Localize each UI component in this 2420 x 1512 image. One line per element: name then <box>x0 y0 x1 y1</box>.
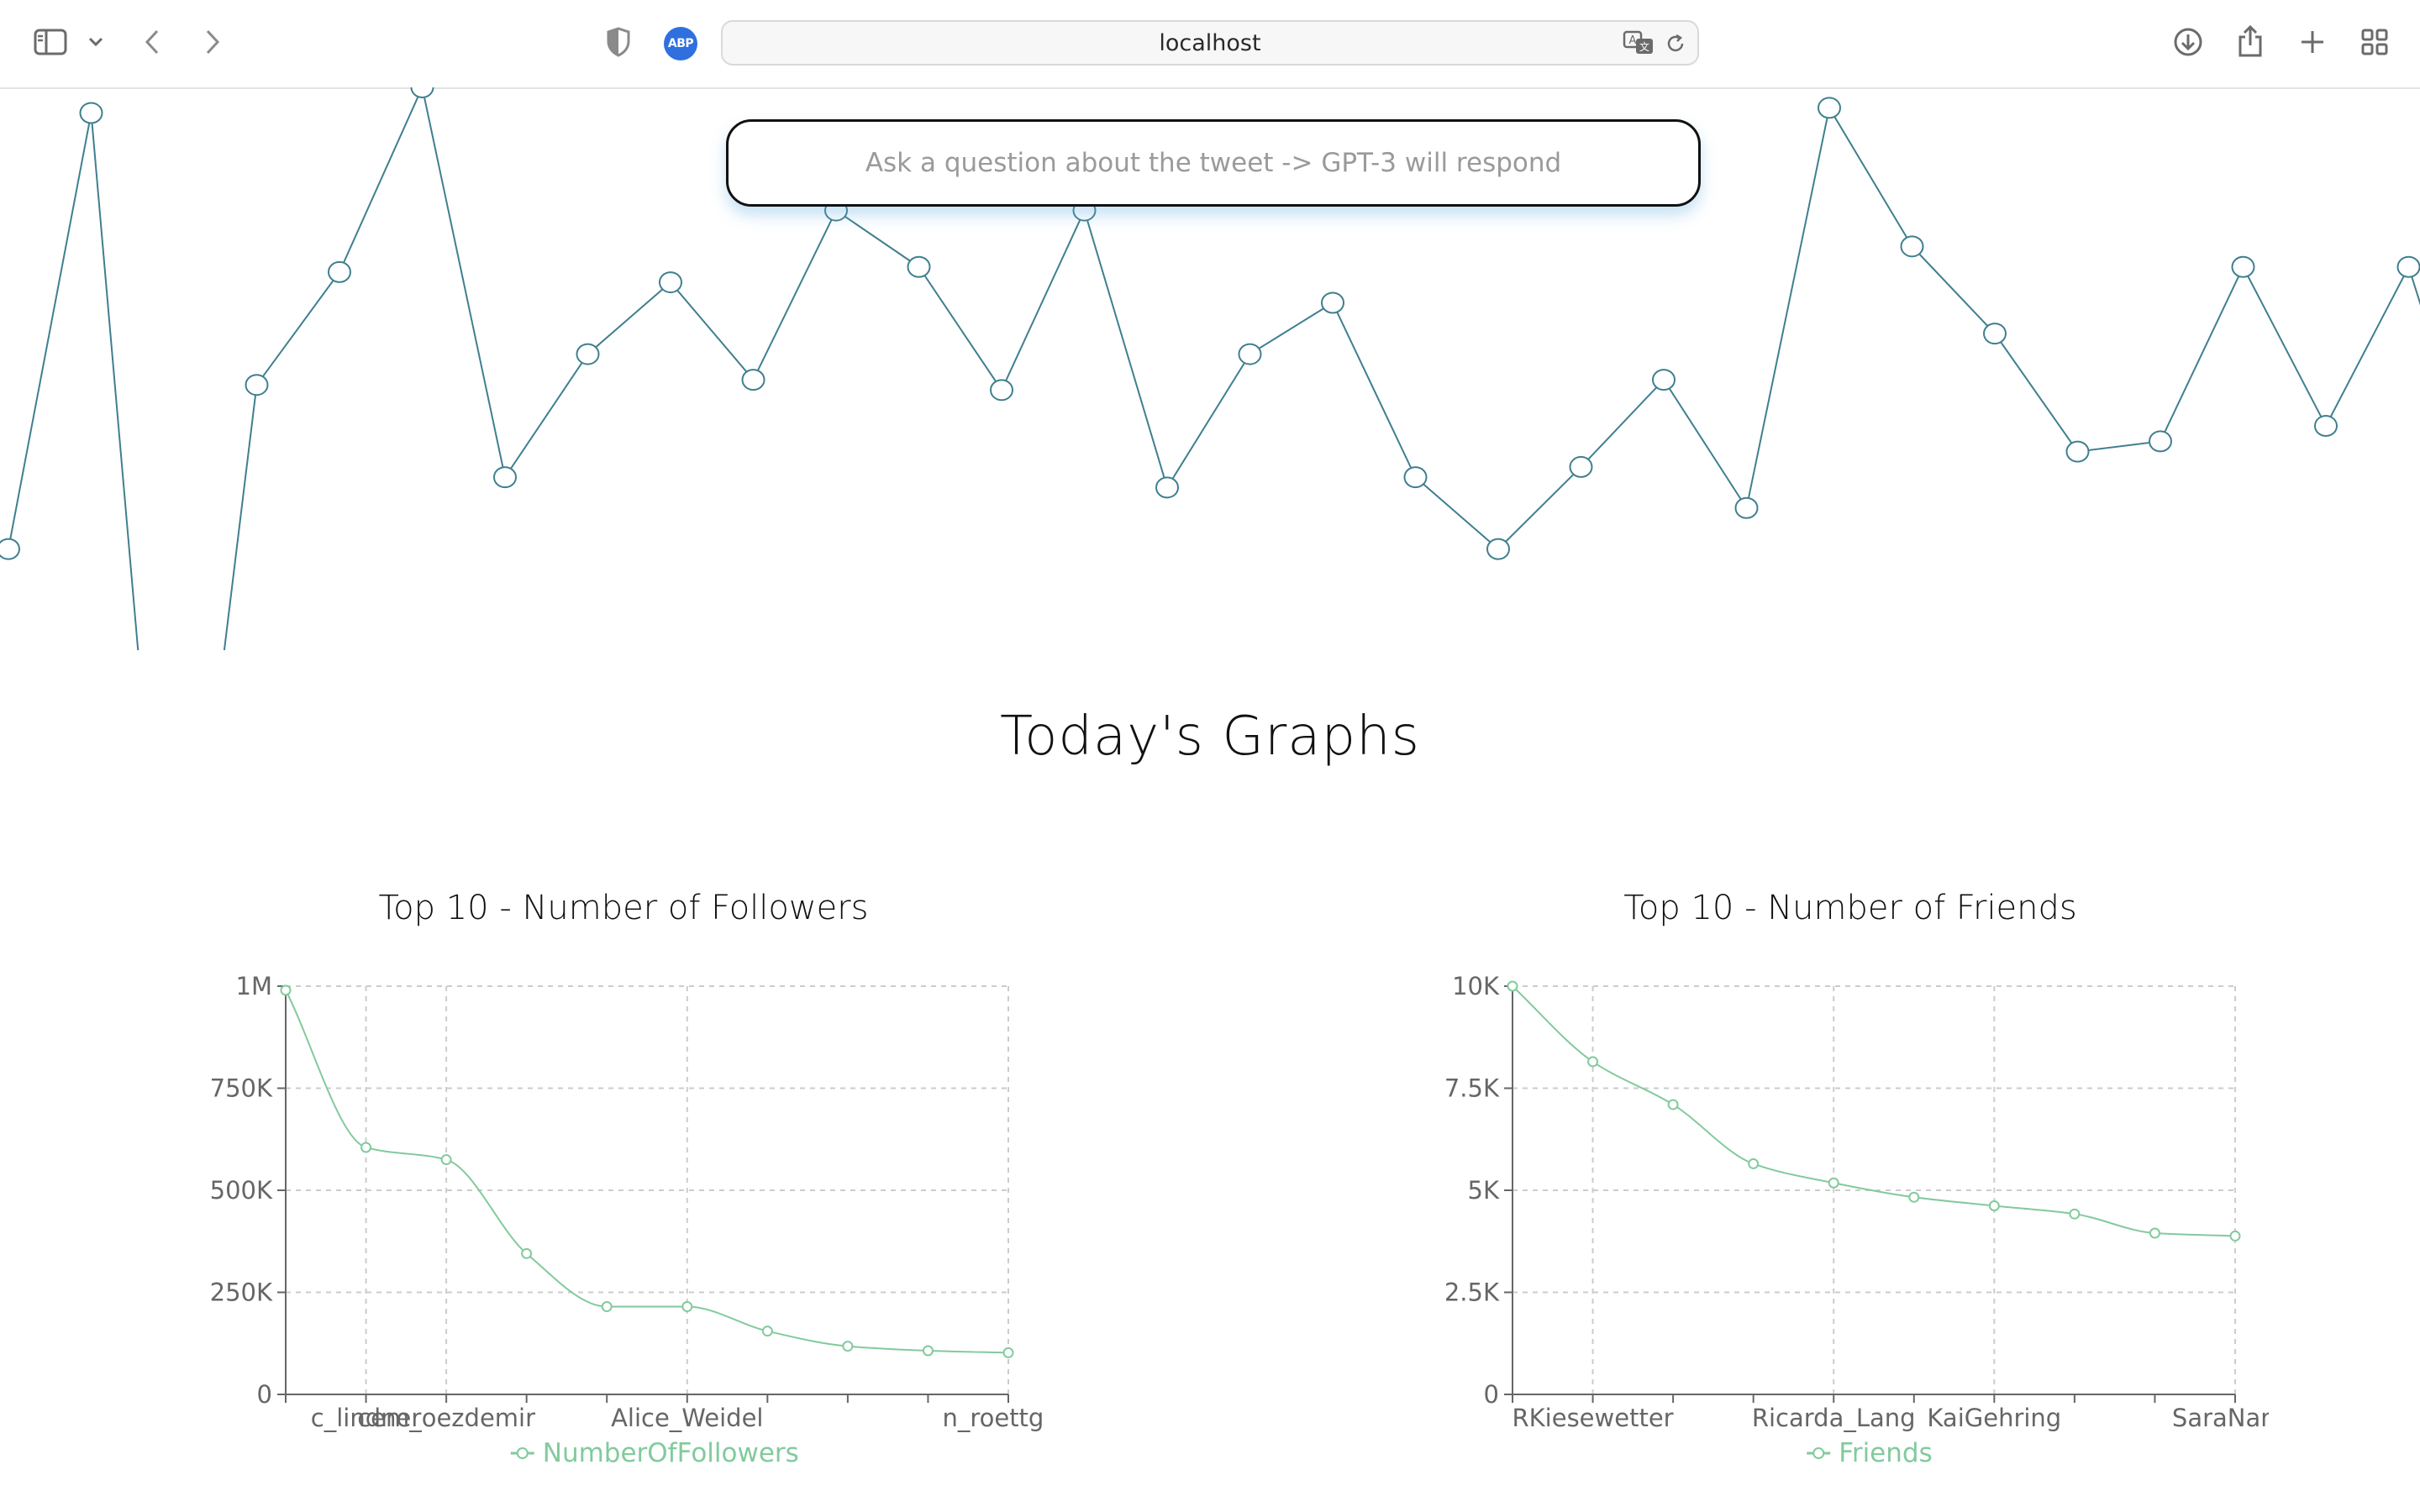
data-point[interactable] <box>601 1301 613 1313</box>
background-line-point <box>410 87 434 98</box>
background-line-point <box>2396 255 2420 278</box>
x-tick-label: Ricarda_Lang <box>1752 1404 1916 1432</box>
download-icon[interactable] <box>2171 25 2205 59</box>
data-point[interactable] <box>2149 1227 2160 1239</box>
question-input[interactable] <box>726 119 1701 207</box>
background-line-point <box>1569 455 1593 478</box>
data-point[interactable] <box>2069 1208 2081 1220</box>
data-point[interactable] <box>1002 1347 1014 1358</box>
followers-chart-title: Top 10 - Number of Followers <box>378 889 869 927</box>
background-line-point <box>741 369 765 391</box>
address-bar[interactable]: localhost A文 <box>721 20 1699 66</box>
data-point[interactable] <box>842 1341 854 1352</box>
data-point[interactable] <box>1748 1158 1760 1169</box>
background-line-point <box>1403 466 1428 489</box>
x-tick-label: SaraNanni <box>2172 1404 2269 1432</box>
tab-overview-icon[interactable] <box>2358 25 2391 59</box>
reload-icon[interactable] <box>1662 30 1689 57</box>
x-tick-label: cem_oezdemir <box>357 1404 535 1432</box>
url-text: localhost <box>1159 29 1261 56</box>
data-point[interactable] <box>440 1154 452 1166</box>
friends-chart-title: Top 10 - Number of Friends <box>1623 889 2077 927</box>
x-tick-label: Alice_Weidel <box>611 1404 763 1432</box>
data-point[interactable] <box>1908 1191 1920 1203</box>
background-line-point <box>990 379 1013 402</box>
background-line-point <box>1734 496 1759 519</box>
background-line-point <box>1486 538 1510 560</box>
background-line-point <box>576 343 600 365</box>
data-point[interactable] <box>280 984 292 996</box>
legend-label[interactable]: Friends <box>1839 1438 1932 1468</box>
background-line-point <box>1900 235 1924 258</box>
y-tick-label: 10K <box>1452 972 1500 1000</box>
y-tick-label: 5K <box>1468 1176 1500 1205</box>
series-line <box>1512 985 2236 1237</box>
y-tick-label: 750K <box>210 1074 273 1103</box>
chevron-down-icon[interactable] <box>86 32 106 52</box>
data-point[interactable] <box>521 1247 533 1259</box>
x-tick-label: n_roettgen <box>942 1404 1042 1432</box>
data-point[interactable] <box>1828 1177 1839 1189</box>
legend-marker-dot <box>1812 1447 1825 1459</box>
y-tick-label: 0 <box>257 1380 272 1409</box>
back-icon[interactable] <box>139 25 165 59</box>
data-point[interactable] <box>922 1345 934 1357</box>
y-tick-label: 500K <box>210 1176 273 1205</box>
sidebar-icon[interactable] <box>32 25 69 59</box>
background-line-point <box>245 374 269 396</box>
y-tick-label: 250K <box>210 1278 273 1307</box>
background-line-point <box>659 271 682 294</box>
friends-chart: 0 2.5K 5K 7.5K 10K RKiesewetter Ricarda_Lang Ka… <box>1444 972 2269 1468</box>
legend-marker-dot <box>516 1447 529 1459</box>
y-tick-label: 0 <box>1484 1380 1499 1409</box>
followers-chart: 0250K500K750K1Mc_lindnercem_oezdemir Alic… <box>210 972 1042 1468</box>
background-line-point <box>493 466 517 489</box>
background-line-point <box>1652 369 1676 391</box>
background-line-point <box>2314 415 2338 438</box>
background-line-point <box>2149 430 2172 453</box>
background-line-point <box>1238 343 1262 365</box>
x-tick-label: KaiGehring <box>1927 1404 2061 1432</box>
y-tick-label: 7.5K <box>1444 1074 1500 1103</box>
background-line-point <box>1818 97 1841 119</box>
data-point[interactable] <box>1587 1056 1599 1068</box>
svg-text:文: 文 <box>1639 40 1649 53</box>
data-point[interactable] <box>681 1301 693 1313</box>
page-title: Today's Graphs <box>999 706 1421 768</box>
background-line-point <box>0 538 20 560</box>
share-icon[interactable] <box>2233 22 2267 60</box>
background-line-point <box>1983 323 2007 345</box>
translate-icon[interactable]: A文 <box>1622 29 1655 57</box>
background-line-point <box>2065 440 2090 463</box>
background-line-point <box>1321 291 1344 314</box>
data-point[interactable] <box>1988 1200 2000 1211</box>
x-tick-label: RKiesewetter <box>1512 1404 1674 1432</box>
browser-toolbar: ABP localhost A文 <box>0 0 2420 89</box>
background-line-point <box>907 255 931 278</box>
data-point[interactable] <box>761 1326 773 1337</box>
legend-label[interactable]: NumberOfFollowers <box>543 1438 799 1468</box>
background-line-point <box>1155 476 1179 499</box>
background-line-point <box>2231 255 2255 278</box>
data-point[interactable] <box>1507 980 1518 992</box>
data-point[interactable] <box>1667 1099 1679 1110</box>
svg-text:A: A <box>1629 34 1637 47</box>
background-line-point <box>328 260 351 283</box>
forward-icon[interactable] <box>200 25 225 59</box>
y-tick-label: 2.5K <box>1444 1278 1500 1307</box>
y-tick-label: 1M <box>236 972 272 1000</box>
background-line-point <box>79 102 103 124</box>
data-point[interactable] <box>2229 1230 2241 1242</box>
series-line <box>285 990 1009 1354</box>
shield-icon[interactable] <box>603 25 634 59</box>
data-point[interactable] <box>360 1142 372 1153</box>
adblock-icon[interactable]: ABP <box>664 27 697 60</box>
new-tab-icon[interactable] <box>2296 25 2329 59</box>
